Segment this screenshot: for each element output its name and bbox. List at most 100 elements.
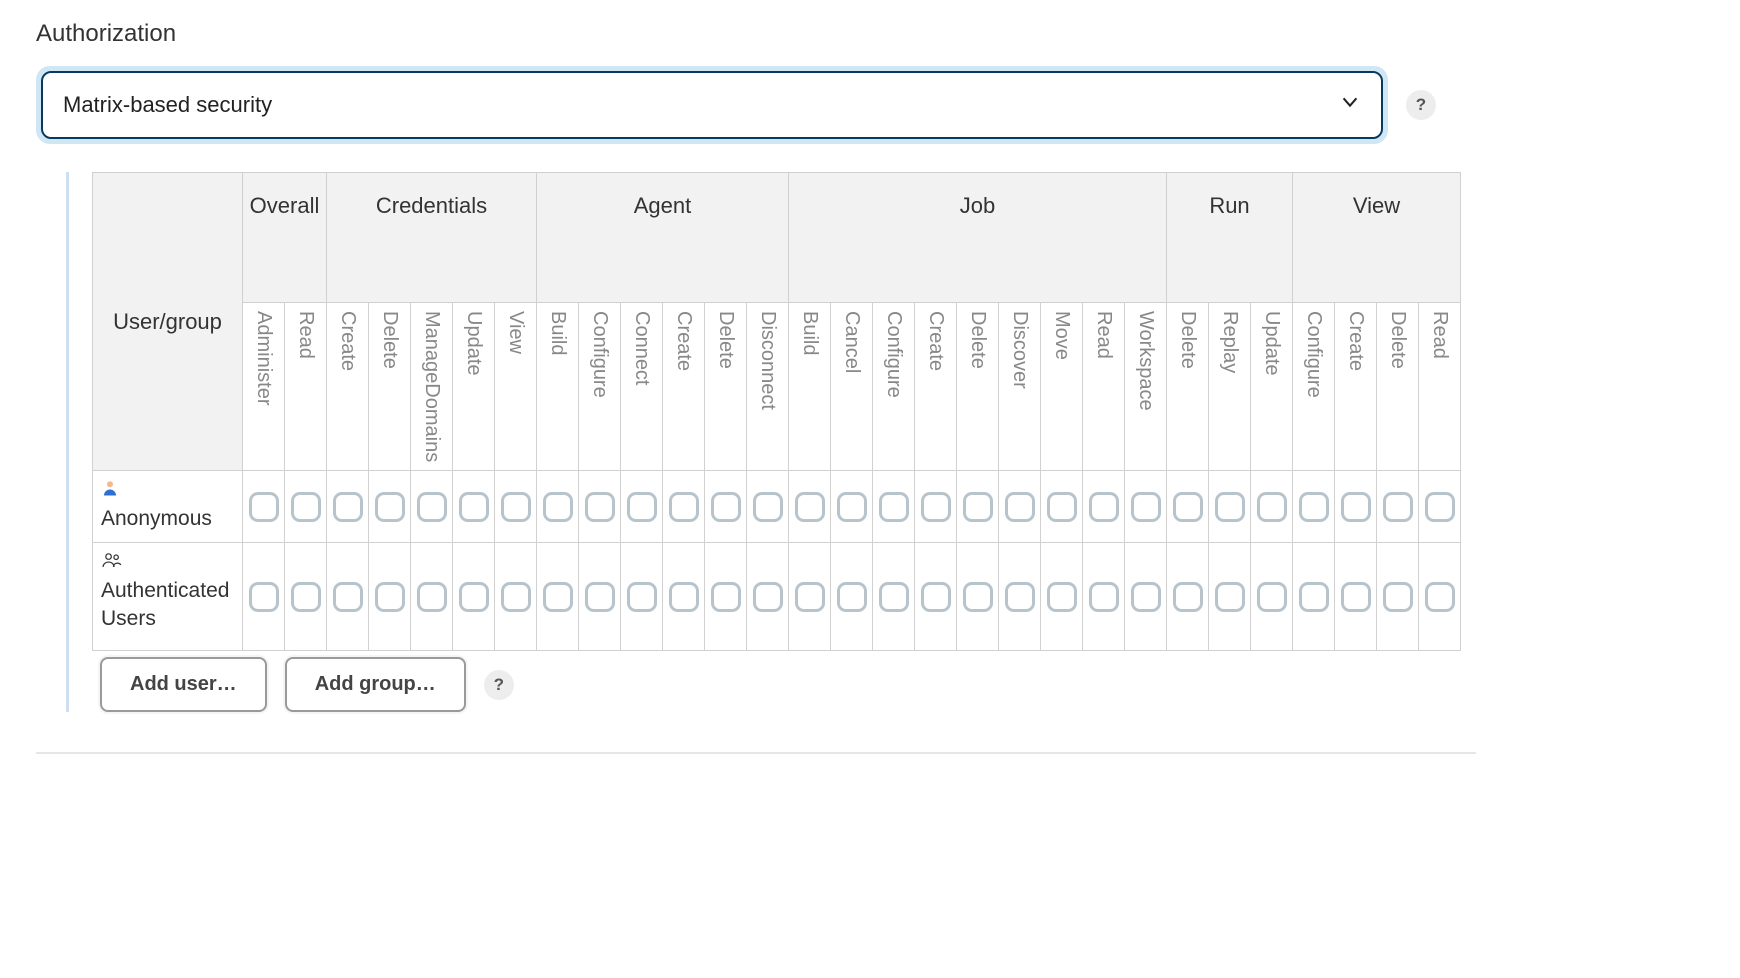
permission-checkbox[interactable]	[879, 582, 909, 612]
permission-checkbox[interactable]	[1425, 492, 1455, 522]
permission-cell	[1293, 543, 1335, 651]
permission-checkbox[interactable]	[1257, 582, 1287, 612]
permission-cell	[789, 543, 831, 651]
permission-checkbox[interactable]	[921, 582, 951, 612]
permission-checkbox[interactable]	[627, 582, 657, 612]
permission-cell	[957, 471, 999, 543]
permission-checkbox[interactable]	[1299, 492, 1329, 522]
permission-checkbox[interactable]	[1131, 492, 1161, 522]
row-principal-cell: Anonymous	[93, 471, 243, 543]
permission-checkbox[interactable]	[501, 492, 531, 522]
permission-checkbox[interactable]	[963, 582, 993, 612]
permission-checkbox[interactable]	[1341, 582, 1371, 612]
permission-checkbox[interactable]	[879, 492, 909, 522]
permission-checkbox[interactable]	[249, 492, 279, 522]
permission-checkbox[interactable]	[375, 492, 405, 522]
permission-cell	[1209, 471, 1251, 543]
permission-checkbox[interactable]	[1215, 492, 1245, 522]
permission-checkbox[interactable]	[1173, 492, 1203, 522]
permission-cell	[705, 471, 747, 543]
authorization-mode-value: Matrix-based security	[63, 92, 272, 118]
permission-checkbox[interactable]	[375, 582, 405, 612]
permission-group-header: Overall	[243, 173, 327, 303]
permission-cell	[495, 543, 537, 651]
help-icon[interactable]: ?	[484, 670, 514, 700]
permission-checkbox[interactable]	[333, 582, 363, 612]
permission-checkbox[interactable]	[711, 492, 741, 522]
permission-cell	[873, 471, 915, 543]
permission-checkbox[interactable]	[669, 492, 699, 522]
permission-cell	[579, 471, 621, 543]
permission-header: Read	[1419, 303, 1461, 471]
permission-checkbox[interactable]	[417, 492, 447, 522]
permission-checkbox[interactable]	[795, 492, 825, 522]
permission-cell	[369, 471, 411, 543]
permission-checkbox[interactable]	[249, 582, 279, 612]
permission-checkbox[interactable]	[1425, 582, 1455, 612]
permission-cell	[411, 471, 453, 543]
permission-checkbox[interactable]	[753, 492, 783, 522]
permission-cell	[1377, 471, 1419, 543]
section-title: Authorization	[36, 20, 1740, 48]
permission-group-header: View	[1293, 173, 1461, 303]
permission-header: Configure	[873, 303, 915, 471]
permission-cell	[999, 543, 1041, 651]
permission-checkbox[interactable]	[1047, 492, 1077, 522]
add-group-button[interactable]: Add group…	[285, 657, 466, 712]
permission-checkbox[interactable]	[501, 582, 531, 612]
permission-checkbox[interactable]	[627, 492, 657, 522]
permission-checkbox[interactable]	[1089, 582, 1119, 612]
permission-checkbox[interactable]	[1131, 582, 1161, 612]
permission-checkbox[interactable]	[459, 582, 489, 612]
permission-header: Workspace	[1125, 303, 1167, 471]
permission-cell	[747, 543, 789, 651]
permission-checkbox[interactable]	[1383, 492, 1413, 522]
permission-checkbox[interactable]	[417, 582, 447, 612]
permission-checkbox[interactable]	[837, 582, 867, 612]
permission-cell	[1083, 471, 1125, 543]
permission-checkbox[interactable]	[795, 582, 825, 612]
permissions-matrix-table: User/groupOverallCredentialsAgentJobRunV…	[92, 172, 1461, 651]
permission-group-header: Credentials	[327, 173, 537, 303]
footer-divider	[36, 752, 1476, 754]
permission-header: Delete	[1167, 303, 1209, 471]
permission-checkbox[interactable]	[1047, 582, 1077, 612]
permission-cell	[1125, 543, 1167, 651]
permission-cell	[621, 543, 663, 651]
permission-checkbox[interactable]	[291, 492, 321, 522]
permission-checkbox[interactable]	[1215, 582, 1245, 612]
permission-checkbox[interactable]	[837, 492, 867, 522]
permission-checkbox[interactable]	[291, 582, 321, 612]
permission-checkbox[interactable]	[1341, 492, 1371, 522]
authorization-mode-select[interactable]: Matrix-based security	[41, 71, 1383, 139]
permission-checkbox[interactable]	[921, 492, 951, 522]
permission-group-header: Agent	[537, 173, 789, 303]
permission-checkbox[interactable]	[669, 582, 699, 612]
permission-header: Move	[1041, 303, 1083, 471]
permission-checkbox[interactable]	[711, 582, 741, 612]
permission-checkbox[interactable]	[1383, 582, 1413, 612]
permission-checkbox[interactable]	[333, 492, 363, 522]
help-icon[interactable]: ?	[1406, 90, 1436, 120]
permission-checkbox[interactable]	[1257, 492, 1287, 522]
permission-header: Configure	[1293, 303, 1335, 471]
permission-checkbox[interactable]	[1005, 492, 1035, 522]
permission-checkbox[interactable]	[585, 492, 615, 522]
permission-cell	[915, 471, 957, 543]
permission-cell	[243, 471, 285, 543]
permission-checkbox[interactable]	[1173, 582, 1203, 612]
permission-checkbox[interactable]	[543, 582, 573, 612]
permission-checkbox[interactable]	[459, 492, 489, 522]
permission-checkbox[interactable]	[543, 492, 573, 522]
permission-checkbox[interactable]	[963, 492, 993, 522]
permission-checkbox[interactable]	[1089, 492, 1119, 522]
permission-cell	[1041, 543, 1083, 651]
permission-checkbox[interactable]	[1299, 582, 1329, 612]
table-row: Anonymous	[93, 471, 1461, 543]
add-user-button[interactable]: Add user…	[100, 657, 267, 712]
permission-checkbox[interactable]	[585, 582, 615, 612]
permission-cell	[1293, 471, 1335, 543]
permission-checkbox[interactable]	[753, 582, 783, 612]
permission-checkbox[interactable]	[1005, 582, 1035, 612]
permissions-matrix-scroll[interactable]: User/groupOverallCredentialsAgentJobRunV…	[92, 172, 1740, 651]
